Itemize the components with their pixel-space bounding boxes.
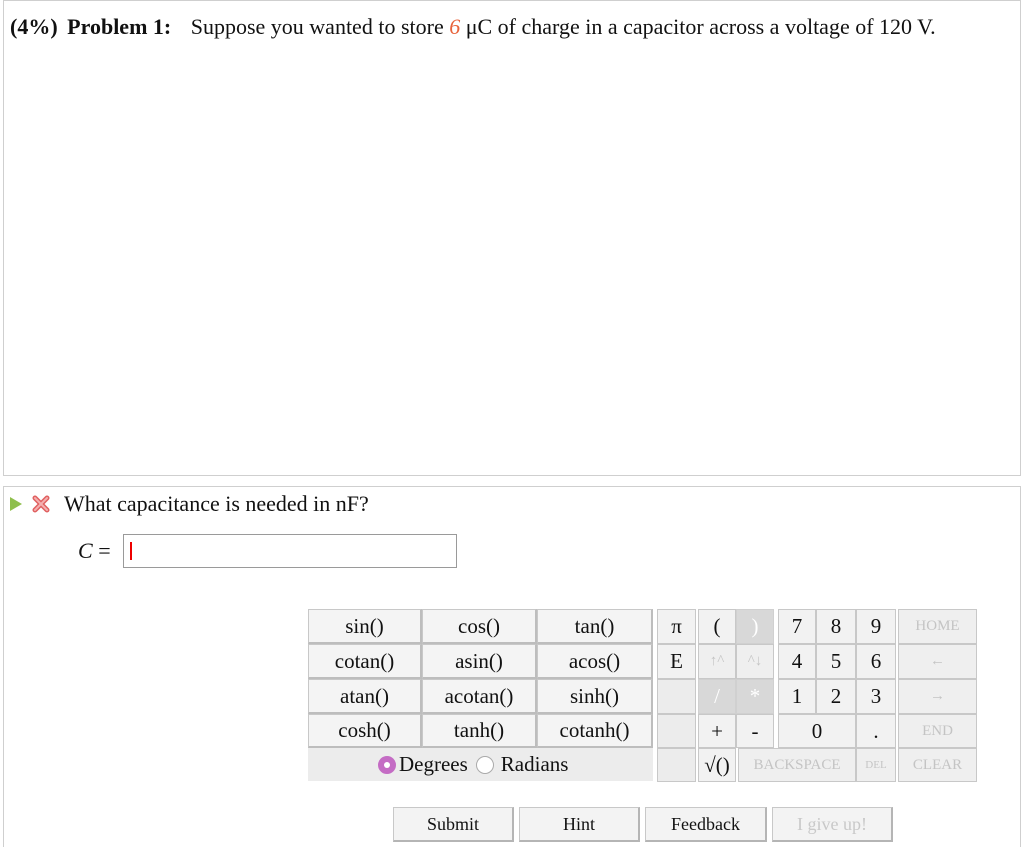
key-asin[interactable]: asin() [422,644,537,679]
key-e[interactable]: E [657,644,696,679]
key-0[interactable]: 0 [778,714,856,748]
key-1[interactable]: 1 [778,679,816,714]
key-power-down[interactable]: ^↓ [736,644,774,679]
key-cosh[interactable]: cosh() [308,714,422,748]
key-6[interactable]: 6 [856,644,896,679]
key-del[interactable]: DEL [856,748,896,782]
key-cos[interactable]: cos() [422,609,537,644]
key-left-arrow[interactable]: ← [898,644,977,679]
key-tanh[interactable]: tanh() [422,714,537,748]
answer-equals: = [98,538,111,563]
key-blank-2 [657,714,696,748]
question-row: What capacitance is needed in nF? [10,491,369,517]
key-paren-close[interactable]: ) [736,609,774,644]
key-5[interactable]: 5 [816,644,856,679]
expand-arrow-icon[interactable] [10,497,22,511]
problem-text-before: Suppose you wanted to store [190,14,444,39]
problem-text-after: μC of charge in a capacitor across a vol… [465,14,936,39]
key-pi[interactable]: π [657,609,696,644]
answer-label: C = [78,538,111,564]
text-cursor [130,542,132,560]
key-backspace[interactable]: BACKSPACE [738,748,856,782]
key-atan[interactable]: atan() [308,679,422,714]
key-multiply[interactable]: * [736,679,774,714]
key-dot[interactable]: . [856,714,896,748]
key-acos[interactable]: acos() [537,644,653,679]
radio-degrees[interactable] [378,755,396,774]
key-4[interactable]: 4 [778,644,816,679]
key-cotan[interactable]: cotan() [308,644,422,679]
key-end[interactable]: END [898,714,977,748]
hint-button[interactable]: Hint [519,807,640,842]
key-clear[interactable]: CLEAR [898,748,977,782]
key-sinh[interactable]: sinh() [537,679,653,714]
key-minus[interactable]: - [736,714,774,748]
problem-panel [3,0,1021,476]
key-2[interactable]: 2 [816,679,856,714]
problem-statement: (4%) Problem 1: Suppose you wanted to st… [10,14,936,40]
angle-mode: Degrees Radians [308,748,653,781]
feedback-button[interactable]: Feedback [645,807,767,842]
key-paren-open[interactable]: ( [698,609,736,644]
key-tan[interactable]: tan() [537,609,653,644]
problem-weight: (4%) [10,14,58,39]
submit-button[interactable]: Submit [393,807,514,842]
key-divide[interactable]: / [698,679,736,714]
key-9[interactable]: 9 [856,609,896,644]
give-up-button[interactable]: I give up! [772,807,893,842]
key-blank-1 [657,679,696,714]
key-7[interactable]: 7 [778,609,816,644]
problem-value: 6 [449,14,461,39]
label-degrees: Degrees [399,752,468,776]
key-sqrt[interactable]: √() [698,748,736,782]
label-radians: Radians [500,752,569,776]
radio-radians[interactable] [475,755,494,774]
question-text: What capacitance is needed in nF? [64,491,369,516]
key-acotan[interactable]: acotan() [422,679,537,714]
key-right-arrow[interactable]: → [898,679,977,714]
incorrect-x-icon [32,495,50,513]
key-power-up[interactable]: ↑^ [698,644,736,679]
answer-variable: C [78,538,93,563]
key-home[interactable]: HOME [898,609,977,644]
key-3[interactable]: 3 [856,679,896,714]
problem-label: Problem 1: [67,14,172,39]
answer-input[interactable] [123,534,457,568]
key-plus[interactable]: + [698,714,736,748]
key-cotanh[interactable]: cotanh() [537,714,653,748]
key-8[interactable]: 8 [816,609,856,644]
key-sin[interactable]: sin() [308,609,422,644]
key-blank-3 [657,748,696,782]
